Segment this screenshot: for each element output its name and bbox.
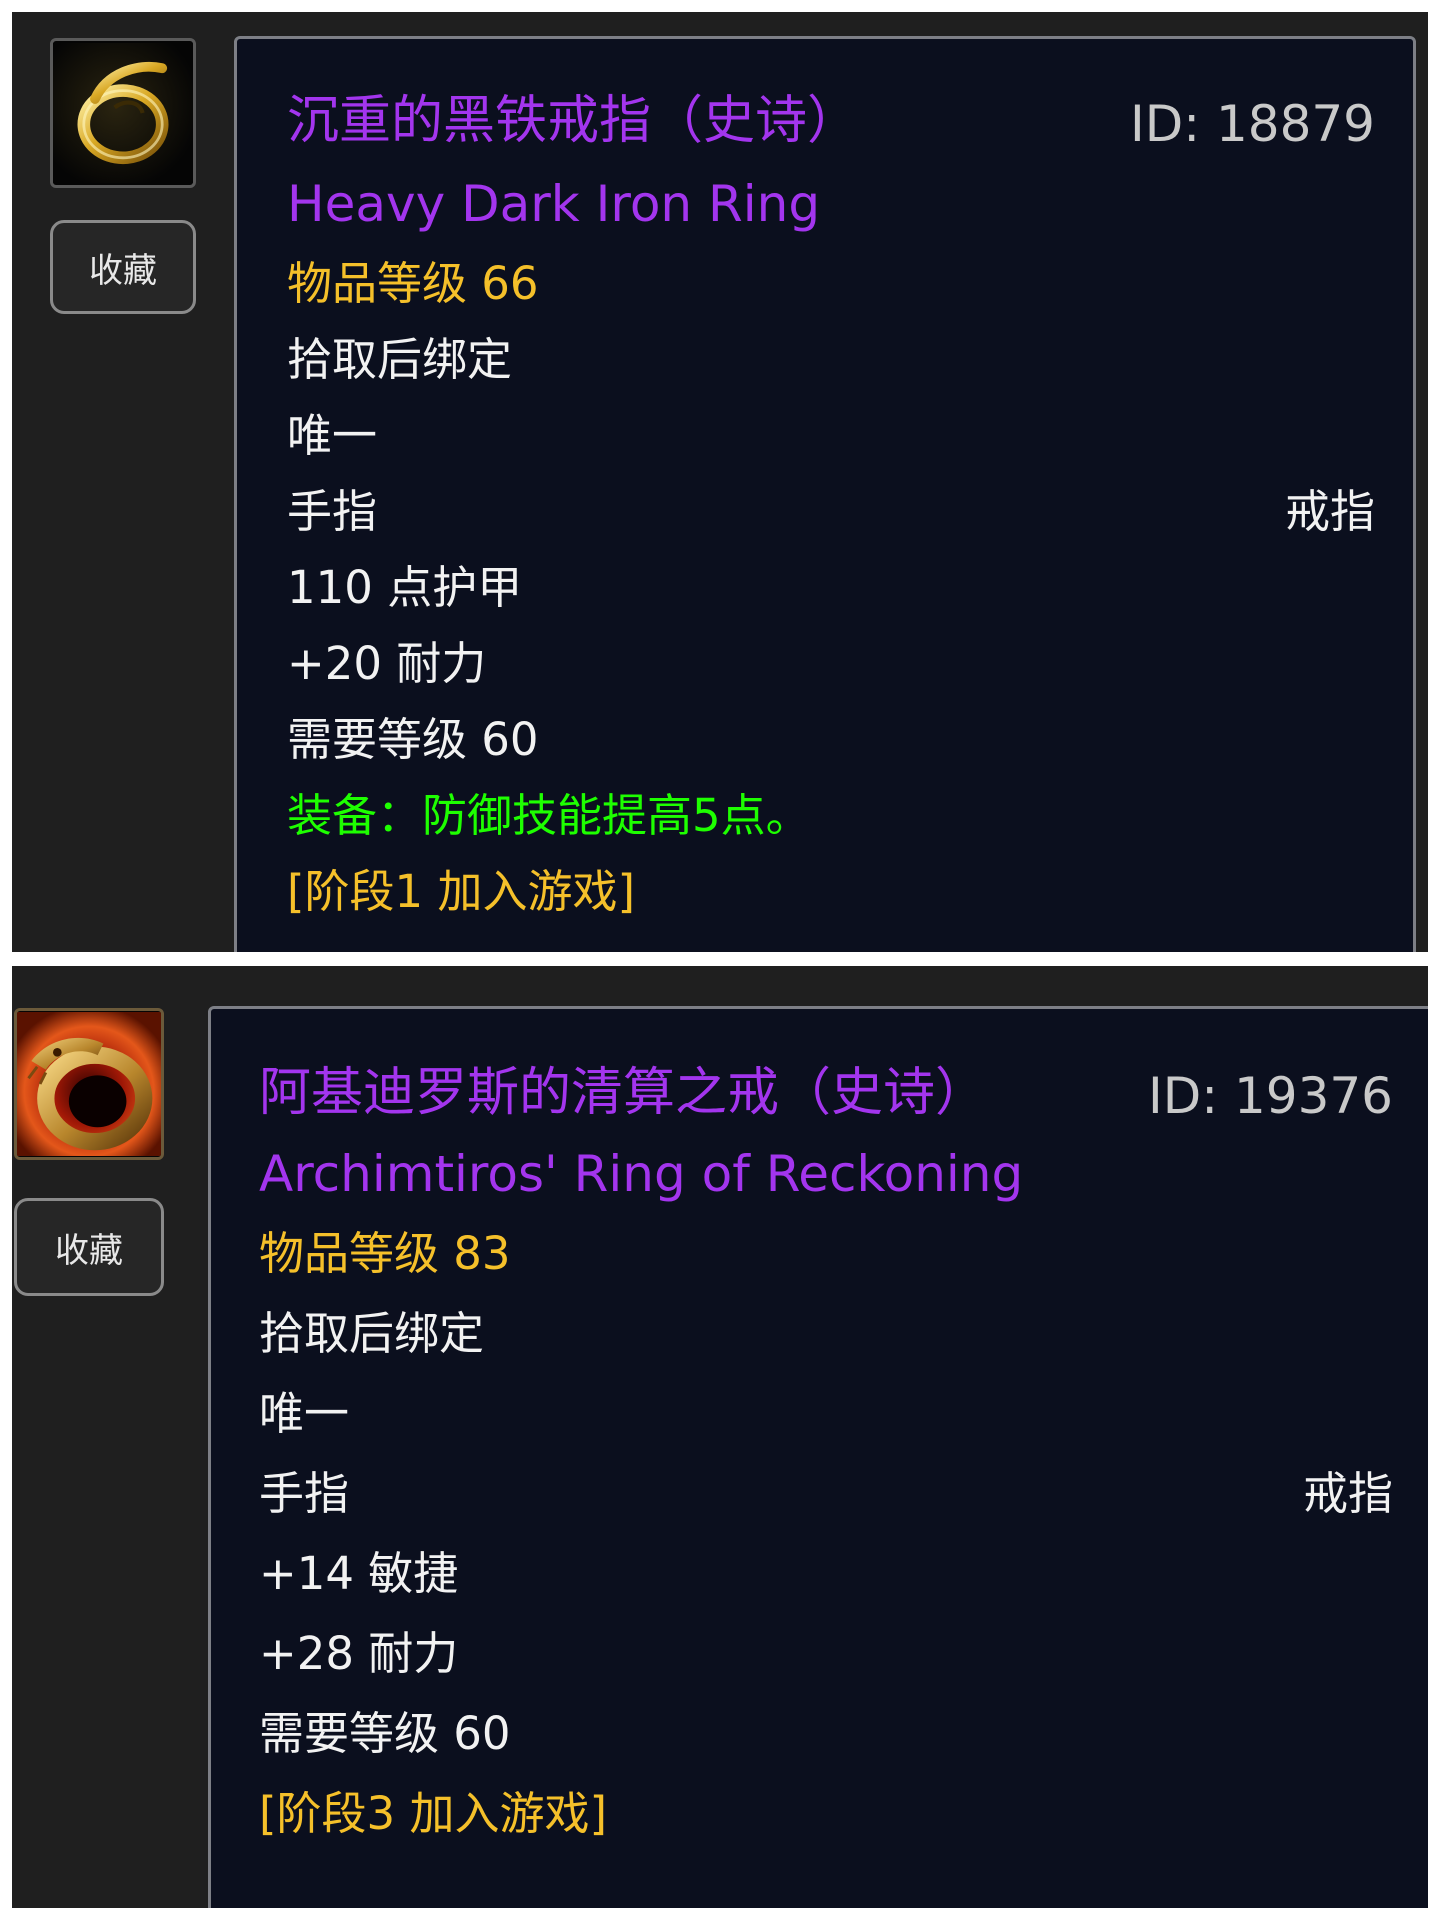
binding-text: 拾取后绑定 xyxy=(287,333,513,386)
favorite-button[interactable]: 收藏 xyxy=(50,220,196,314)
slot-text: 手指 xyxy=(259,1467,350,1520)
favorite-button[interactable]: 收藏 xyxy=(14,1198,164,1296)
stat-line: +20 耐力 xyxy=(287,637,487,690)
item-tooltip: 沉重的黑铁戒指（史诗） ID: 18879 Heavy Dark Iron Ri… xyxy=(234,36,1416,952)
phase-text: [阶段1 加入游戏] xyxy=(287,865,636,918)
slot-type-text: 戒指 xyxy=(1302,1467,1393,1520)
binding-text: 拾取后绑定 xyxy=(259,1307,485,1360)
item-card-2: 收藏 阿基迪罗斯的清算之戒（史诗） ID: 19376 Archimtiros'… xyxy=(12,966,1428,1908)
item-level: 物品等级 66 xyxy=(287,257,539,310)
unique-text: 唯一 xyxy=(287,409,378,462)
ring-dragon-fire-icon xyxy=(14,1008,164,1160)
item-id: ID: 18879 xyxy=(1129,95,1375,153)
required-level: 需要等级 60 xyxy=(287,713,539,766)
ring-gold-swirl-icon xyxy=(50,38,196,188)
slot-type-text: 戒指 xyxy=(1284,485,1375,538)
item-name-en: Heavy Dark Iron Ring xyxy=(287,175,821,233)
slot-text: 手指 xyxy=(287,485,378,538)
stat-line: +14 敏捷 xyxy=(259,1547,459,1600)
unique-text: 唯一 xyxy=(259,1387,350,1440)
item-id: ID: 19376 xyxy=(1147,1067,1393,1125)
item-tooltip: 阿基迪罗斯的清算之戒（史诗） ID: 19376 Archimtiros' Ri… xyxy=(208,1006,1428,1908)
equip-effect: 装备：防御技能提高5点。 xyxy=(287,789,811,842)
stat-line: +28 耐力 xyxy=(259,1627,459,1680)
phase-text: [阶段3 加入游戏] xyxy=(259,1787,608,1840)
item-name-en: Archimtiros' Ring of Reckoning xyxy=(259,1145,1024,1203)
stat-line: 110 点护甲 xyxy=(287,561,523,614)
item-name-cn: 沉重的黑铁戒指（史诗） xyxy=(287,91,860,151)
item-level: 物品等级 83 xyxy=(259,1227,511,1280)
item-card-1: 收藏 沉重的黑铁戒指（史诗） ID: 18879 Heavy Dark Iron… xyxy=(12,12,1428,952)
item-name-cn: 阿基迪罗斯的清算之戒（史诗） xyxy=(259,1063,988,1123)
required-level: 需要等级 60 xyxy=(259,1707,511,1760)
